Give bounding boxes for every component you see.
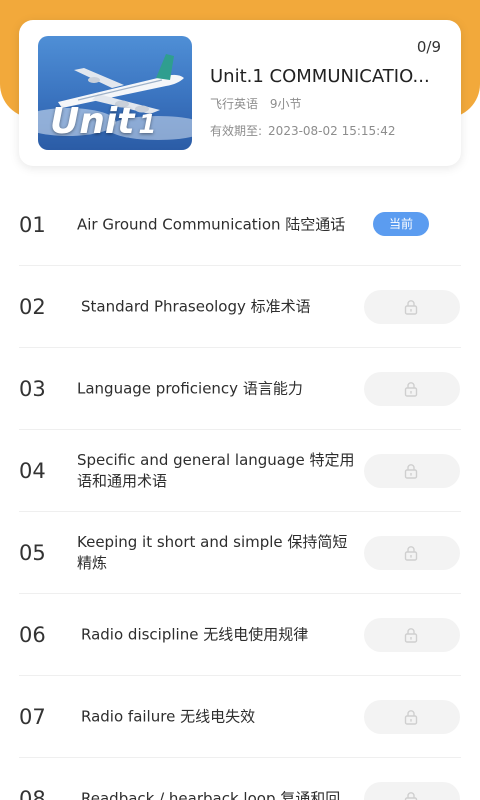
lesson-row[interactable]: 01 Air Ground Communication 陆空通话 当前	[19, 184, 461, 266]
locked-pill[interactable]	[364, 372, 460, 406]
locked-pill[interactable]	[364, 290, 460, 324]
lock-icon	[404, 300, 418, 315]
course-card[interactable]: Unit 1 0/9 Unit.1 COMMUNICATIO... 飞行英语 9小…	[19, 20, 461, 166]
locked-pill[interactable]	[364, 700, 460, 734]
lesson-row[interactable]: 04 Specific and general language 特定用语和通用…	[19, 430, 461, 512]
cover-unit-word: Unit	[50, 101, 135, 142]
lesson-number: 05	[19, 541, 46, 565]
lesson-row[interactable]: 06 Radio discipline 无线电使用规律	[19, 594, 461, 676]
course-progress: 0/9	[416, 38, 441, 56]
locked-pill[interactable]	[364, 536, 460, 570]
lock-icon	[404, 710, 418, 725]
lesson-number: 01	[19, 213, 46, 237]
lesson-title: Radio discipline 无线电使用规律	[81, 625, 309, 643]
course-category: 飞行英语	[210, 97, 259, 111]
lock-icon	[404, 546, 418, 561]
locked-pill[interactable]	[364, 782, 460, 800]
lesson-row[interactable]: 02 Standard Phraseology 标准术语	[19, 266, 461, 348]
course-expiry: 有效期至: 2023-08-02 15:15:42	[210, 122, 396, 139]
lesson-number: 07	[19, 705, 46, 729]
cover-unit-text: Unit 1	[50, 101, 157, 142]
lesson-row[interactable]: 07 Radio failure 无线电失效	[19, 676, 461, 758]
lock-icon	[404, 382, 418, 397]
lesson-title: Radio failure 无线电失效	[81, 707, 256, 725]
lock-icon	[404, 464, 418, 479]
lesson-row[interactable]: 03 Language proficiency 语言能力	[19, 348, 461, 430]
lock-icon	[404, 792, 418, 800]
lesson-title: Air Ground Communication 陆空通话	[77, 215, 346, 233]
lesson-title: Standard Phraseology 标准术语	[81, 297, 311, 315]
lesson-number: 08	[19, 787, 46, 800]
current-badge[interactable]: 当前	[373, 212, 429, 236]
lesson-title: Readback / hearback loop 复诵和回	[81, 789, 341, 800]
lesson-number: 03	[19, 377, 46, 401]
locked-pill[interactable]	[364, 454, 460, 488]
course-meta: 飞行英语 9小节	[210, 95, 309, 112]
lesson-number: 02	[19, 295, 46, 319]
lesson-number: 06	[19, 623, 46, 647]
locked-pill[interactable]	[364, 618, 460, 652]
lesson-title: Specific and general language 特定用语和通用术语	[77, 450, 355, 490]
cover-unit-number: 1	[138, 110, 157, 140]
lesson-row[interactable]: 08 Readback / hearback loop 复诵和回	[19, 758, 461, 800]
lesson-number: 04	[19, 459, 46, 483]
lesson-list: 01 Air Ground Communication 陆空通话 当前 02 S…	[19, 184, 461, 800]
lesson-title: Keeping it short and simple 保持简短精炼	[77, 532, 348, 572]
lesson-title: Language proficiency 语言能力	[77, 379, 303, 397]
expiry-label: 有效期至:	[210, 124, 263, 138]
lesson-row[interactable]: 05 Keeping it short and simple 保持简短精炼	[19, 512, 461, 594]
expiry-value: 2023-08-02 15:15:42	[268, 124, 396, 138]
course-cover-image: Unit 1	[38, 36, 192, 150]
lock-icon	[404, 628, 418, 643]
course-section-count: 9小节	[269, 97, 302, 111]
course-title: Unit.1 COMMUNICATIO...	[210, 66, 430, 87]
